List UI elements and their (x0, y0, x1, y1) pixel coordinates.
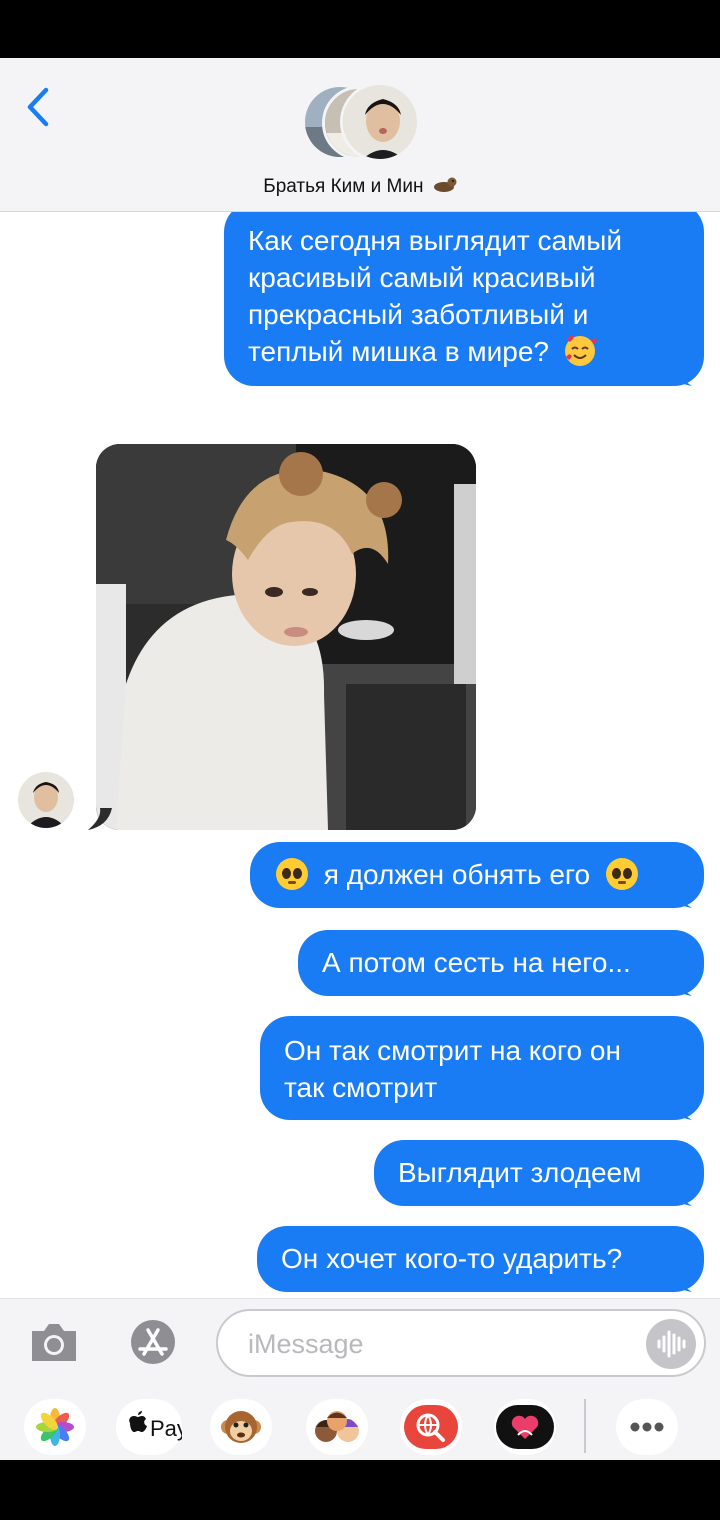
outgoing-message[interactable]: Выглядит злодеем (374, 1140, 704, 1206)
camera-button[interactable] (28, 1319, 80, 1365)
memoji-app-icon (315, 1411, 359, 1442)
outgoing-message[interactable]: Он так смотрит на кого он так смотрит (260, 1016, 704, 1120)
bubble-tail (666, 1184, 692, 1206)
outgoing-message[interactable]: А потом сесть на него... (298, 930, 704, 996)
waveform-icon (657, 1330, 686, 1358)
outgoing-message[interactable]: Как сегодня выглядит самый красивый самы… (224, 212, 704, 386)
message-text: А потом сесть на него... (322, 947, 631, 978)
smiling-face-with-hearts-emoji-icon (564, 335, 597, 366)
web-search-app-button[interactable] (400, 1399, 462, 1455)
apple-pay-app-icon: Pay (129, 1411, 188, 1441)
camera-icon (32, 1324, 76, 1361)
message-text: Он хочет кого-то ударить? (281, 1243, 623, 1274)
photos-app-icon (36, 1408, 74, 1446)
apple-pay-button[interactable]: Pay (116, 1399, 188, 1455)
home-indicator-area (0, 1460, 720, 1520)
bubble-tail (666, 1270, 692, 1292)
audio-message-button[interactable] (646, 1319, 696, 1369)
bubble-tail (666, 886, 692, 908)
tray-divider (584, 1399, 586, 1453)
digital-touch-app-icon (496, 1405, 554, 1449)
bubble-tail (666, 974, 692, 996)
digital-touch-app-button[interactable] (494, 1399, 556, 1455)
app-drawer: Pay (0, 1393, 720, 1461)
outgoing-message[interactable]: я должен обнять его (250, 842, 704, 908)
pleading-face-emoji-icon (276, 858, 308, 890)
message-line: так смотрит (284, 1072, 438, 1103)
message-input[interactable]: iMessage (216, 1309, 706, 1377)
message-line: Он так смотрит на кого он (284, 1035, 621, 1066)
message-input-placeholder: iMessage (248, 1329, 364, 1359)
web-search-app-icon (404, 1405, 458, 1449)
avatar (18, 772, 74, 828)
message-text: я должен обнять его (323, 859, 591, 890)
animoji-app-icon (221, 1411, 261, 1443)
photo-attachment[interactable] (96, 444, 476, 830)
apple-pay-label: Pay (150, 1416, 182, 1441)
message-line-text: теплый мишка в мире? (248, 336, 549, 367)
message-line: красивый самый красивый (248, 262, 596, 293)
message-line: теплый мишка в мире? (248, 333, 684, 370)
group-avatars[interactable] (302, 82, 422, 164)
animoji-app-button[interactable] (210, 1399, 272, 1455)
app-store-icon (131, 1320, 175, 1364)
bubble-tail (666, 1098, 692, 1120)
more-apps-button[interactable] (616, 1399, 678, 1455)
otter-emoji-icon (433, 177, 457, 192)
photo-image (96, 444, 476, 830)
message-line: прекрасный заботливый и (248, 299, 589, 330)
back-button[interactable] (22, 84, 58, 130)
app-store-button[interactable] (122, 1319, 184, 1365)
message-line: Как сегодня выглядит самый (248, 225, 623, 256)
memoji-app-button[interactable] (306, 1399, 368, 1455)
more-apps-icon (630, 1422, 664, 1432)
message-list[interactable]: Как сегодня выглядит самый красивый самы… (0, 212, 720, 1298)
chevron-left-icon (27, 87, 49, 127)
composer-bar: iMessage Pa (0, 1298, 720, 1460)
photos-app-button[interactable] (24, 1399, 86, 1455)
incoming-photo-message[interactable] (88, 444, 476, 830)
status-bar-area (0, 0, 720, 58)
group-name-text: Братья Ким и Мин (263, 176, 424, 197)
conversation-header: Братья Ким и Мин (0, 58, 720, 212)
message-text: Выглядит злодеем (398, 1157, 642, 1188)
outgoing-message[interactable]: Он хочет кого-то ударить? (257, 1226, 704, 1292)
group-name[interactable]: Братья Ким и Мин (0, 176, 720, 198)
bubble-tail (88, 808, 112, 830)
bubble-tail (666, 364, 692, 386)
pleading-face-emoji-icon (605, 858, 638, 890)
avatar (340, 82, 420, 162)
sender-avatar[interactable] (18, 772, 74, 828)
